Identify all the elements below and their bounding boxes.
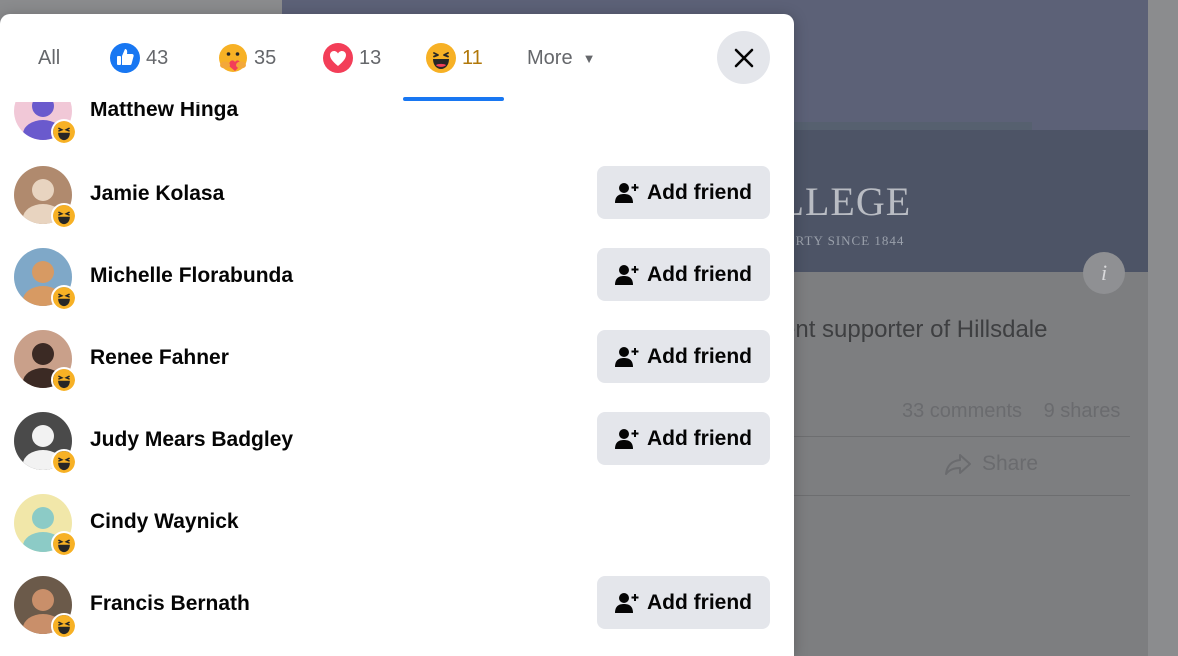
list-item: Judy Mears Badgley Add friend xyxy=(0,412,794,494)
list-item: Matthew Hinga xyxy=(0,102,794,164)
person-name[interactable]: Judy Mears Badgley xyxy=(90,428,293,452)
tab-care-count: 35 xyxy=(254,46,277,69)
comments-count[interactable]: 33 comments xyxy=(902,400,1022,422)
caret-down-icon: ▼ xyxy=(582,50,596,66)
close-icon xyxy=(734,48,753,67)
person-name[interactable]: Francis Bernath xyxy=(90,592,250,616)
haha-reaction-icon xyxy=(51,367,77,393)
shares-count[interactable]: 9 shares xyxy=(1044,400,1121,422)
list-item: Jamie Kolasa Add friend xyxy=(0,166,794,248)
haha-reaction-icon xyxy=(51,203,77,229)
reaction-tabs: All 43 35 13 11 More ▼ xyxy=(0,14,794,102)
add-friend-label: Add friend xyxy=(647,426,752,450)
add-friend-icon xyxy=(615,264,639,285)
share-label: Share xyxy=(982,452,1039,475)
add-friend-button[interactable]: Add friend xyxy=(597,330,770,383)
post-stats: 33 comments 9 shares xyxy=(902,400,1120,423)
divider xyxy=(782,495,1130,496)
reactions-dialog: All 43 35 13 11 More ▼ Matthew Hinga Jam… xyxy=(0,14,794,656)
info-icon[interactable]: i xyxy=(1083,252,1125,294)
tab-love[interactable]: 13 xyxy=(323,14,381,102)
tab-more[interactable]: More ▼ xyxy=(527,14,595,102)
tab-more-label: More xyxy=(527,46,573,69)
like-reaction-icon xyxy=(110,43,140,73)
person-name[interactable]: Matthew Hinga xyxy=(90,102,238,122)
add-friend-label: Add friend xyxy=(647,344,752,368)
active-tab-indicator xyxy=(403,97,504,101)
person-name[interactable]: Cindy Waynick xyxy=(90,510,239,534)
list-item: Renee Fahner Add friend xyxy=(0,330,794,412)
tab-care[interactable]: 35 xyxy=(218,14,276,102)
person-name[interactable]: Jamie Kolasa xyxy=(90,182,224,206)
haha-reaction-icon xyxy=(51,119,77,145)
share-button[interactable]: Share xyxy=(944,452,1038,476)
add-friend-label: Add friend xyxy=(647,262,752,286)
add-friend-label: Add friend xyxy=(647,180,752,204)
add-friend-button[interactable]: Add friend xyxy=(597,248,770,301)
close-button[interactable] xyxy=(717,31,770,84)
add-friend-label: Add friend xyxy=(647,590,752,614)
add-friend-icon xyxy=(615,182,639,203)
add-friend-button[interactable]: Add friend xyxy=(597,166,770,219)
care-reaction-icon xyxy=(219,44,247,72)
haha-reaction-icon xyxy=(51,613,77,639)
tab-like-count: 43 xyxy=(146,46,169,69)
tab-haha-count: 11 xyxy=(462,46,483,69)
haha-reaction-icon xyxy=(426,43,456,73)
list-item: Francis Bernath Add friend xyxy=(0,576,794,656)
haha-reaction-icon xyxy=(51,449,77,475)
list-item: Cindy Waynick xyxy=(0,494,794,576)
person-name[interactable]: Michelle Florabunda xyxy=(90,264,293,288)
page-edge xyxy=(1148,0,1178,656)
love-reaction-icon xyxy=(323,43,353,73)
tab-like[interactable]: 43 xyxy=(110,14,168,102)
add-friend-icon xyxy=(615,346,639,367)
tab-all-label: All xyxy=(38,46,61,69)
add-friend-button[interactable]: Add friend xyxy=(597,412,770,465)
reactions-list: Matthew Hinga Jamie Kolasa Add friend Miche… xyxy=(0,102,794,656)
tab-love-count: 13 xyxy=(359,46,382,69)
divider xyxy=(782,436,1130,437)
add-friend-button[interactable]: Add friend xyxy=(597,576,770,629)
person-name[interactable]: Renee Fahner xyxy=(90,346,229,370)
tab-haha[interactable]: 11 xyxy=(426,14,483,102)
add-friend-icon xyxy=(615,592,639,613)
haha-reaction-icon xyxy=(51,285,77,311)
list-item: Michelle Florabunda Add friend xyxy=(0,248,794,330)
tab-all[interactable]: All xyxy=(38,14,60,102)
share-icon xyxy=(945,454,971,475)
add-friend-icon xyxy=(615,428,639,449)
post-caption: ent supporter of Hillsdale xyxy=(782,316,1048,343)
haha-reaction-icon xyxy=(51,531,77,557)
